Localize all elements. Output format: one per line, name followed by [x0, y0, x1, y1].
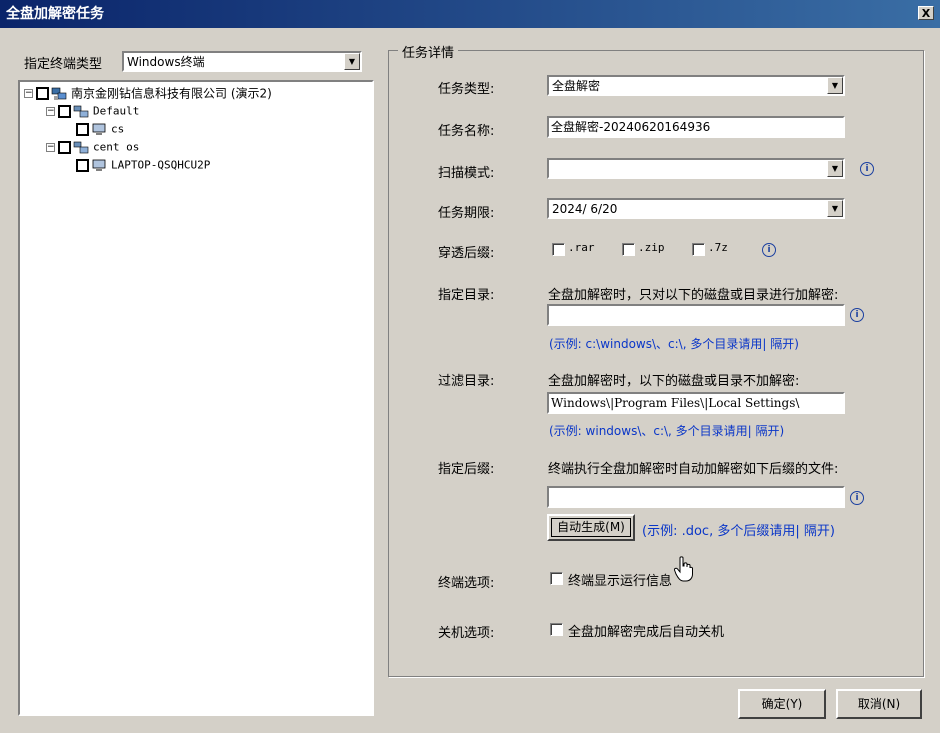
terminal-option-label: 终端选项: [438, 576, 495, 591]
cancel-button[interactable]: 取消(N) [836, 689, 922, 719]
info-icon[interactable]: i [860, 162, 874, 176]
sevenz-checkbox-label: .7z [708, 241, 728, 254]
close-button[interactable]: X [918, 6, 934, 20]
chevron-down-icon[interactable]: ▼ [827, 200, 843, 217]
target-dir-hint: (示例: c:\windows\、c:\, 多个目录请用| 隔开) [549, 337, 799, 351]
show-run-info-checkbox[interactable] [550, 572, 563, 585]
task-details-title: 任务详情 [398, 42, 459, 61]
group-icon [73, 141, 89, 153]
suffix-hint: (示例: .doc, 多个后缀请用| 隔开) [642, 524, 835, 539]
scan-mode-label: 扫描模式: [438, 166, 495, 181]
hand-cursor-icon [674, 556, 693, 582]
computer-icon [92, 159, 106, 171]
organization-icon [51, 87, 67, 100]
tree-checkbox[interactable] [76, 123, 89, 136]
filter-dir-description: 全盘加解密时，以下的磁盘或目录不加解密: [548, 374, 800, 389]
filter-dir-input[interactable]: Windows\|Program Files\|Local Settings\ [547, 392, 845, 414]
deadline-label: 任务期限: [438, 206, 495, 221]
collapse-icon[interactable]: − [46, 107, 55, 116]
tree-root-label: 南京金刚钻信息科技有限公司 (演示2) [71, 86, 272, 101]
group-icon [73, 105, 89, 117]
ok-button[interactable]: 确定(Y) [738, 689, 826, 719]
tree-checkbox[interactable] [58, 105, 71, 118]
task-name-input[interactable]: 全盘解密-20240620164936 [547, 116, 845, 138]
task-name-label: 任务名称: [438, 124, 495, 139]
suffix-input[interactable] [547, 486, 845, 508]
task-type-label: 任务类型: [438, 82, 495, 97]
terminal-tree[interactable]: − 南京金刚钻信息科技有限公司 (演示2) − Default cs − cent o… [18, 80, 374, 716]
info-icon[interactable]: i [762, 243, 776, 257]
tree-node-group-centos[interactable]: − cent os [46, 138, 139, 156]
tree-checkbox[interactable] [36, 87, 49, 100]
filter-dir-hint: (示例: windows\、c:\, 多个目录请用| 隔开) [549, 424, 785, 438]
tree-checkbox[interactable] [58, 141, 71, 154]
task-type-value: 全盘解密 [552, 79, 601, 93]
left-panel: 指定终端类型 Windows终端 ▼ − 南京金刚钻信息科技有限公司 (演示2) … [16, 44, 374, 716]
sevenz-checkbox[interactable] [692, 243, 705, 256]
tree-checkbox[interactable] [76, 159, 89, 172]
tree-group-label: cent os [93, 140, 140, 154]
shutdown-option-label: 关机选项: [438, 626, 495, 641]
tree-node-terminal-cs[interactable]: cs [76, 120, 124, 138]
terminal-type-label: 指定终端类型 [24, 57, 103, 72]
filter-dir-label: 过滤目录: [438, 374, 495, 389]
tree-node-terminal-laptop[interactable]: LAPTOP-QSQHCU2P [76, 156, 210, 174]
auto-shutdown-label: 全盘加解密完成后自动关机 [568, 625, 725, 640]
suffix-label: 指定后缀: [438, 462, 495, 477]
computer-icon [92, 123, 106, 135]
collapse-icon[interactable]: − [24, 89, 33, 98]
tree-terminal-label: cs [111, 122, 125, 136]
task-type-select[interactable]: 全盘解密 ▼ [547, 75, 845, 96]
tree-terminal-label: LAPTOP-QSQHCU2P [111, 158, 211, 172]
suffix-description: 终端执行全盘加解密时自动加解密如下后缀的文件: [548, 462, 839, 477]
collapse-icon[interactable]: − [46, 143, 55, 152]
zip-checkbox[interactable] [622, 243, 635, 256]
title-bar: 全盘加解密任务 X [0, 0, 940, 28]
chevron-down-icon[interactable]: ▼ [827, 160, 843, 177]
zip-checkbox-label: .zip [638, 241, 665, 254]
tree-group-label: Default [93, 104, 140, 118]
info-icon[interactable]: i [850, 308, 864, 322]
chevron-down-icon[interactable]: ▼ [344, 53, 360, 70]
rar-checkbox[interactable] [552, 243, 565, 256]
show-run-info-label: 终端显示运行信息 [568, 574, 673, 589]
archive-suffix-label: 穿透后缀: [438, 246, 495, 261]
tree-node-group-default[interactable]: − Default [46, 102, 139, 120]
window-title: 全盘加解密任务 [6, 6, 104, 22]
target-dir-input[interactable] [547, 304, 845, 326]
rar-checkbox-label: .rar [568, 241, 595, 254]
tree-node-root[interactable]: − 南京金刚钻信息科技有限公司 (演示2) [24, 84, 272, 102]
target-dir-description: 全盘加解密时，只对以下的磁盘或目录进行加解密: [548, 288, 839, 303]
deadline-value: 2024/ 6/20 [552, 202, 618, 216]
deadline-date-picker[interactable]: 2024/ 6/20 ▼ [547, 198, 845, 219]
auto-generate-button[interactable]: 自动生成(M) [547, 514, 635, 541]
scan-mode-select[interactable]: ▼ [547, 158, 845, 179]
terminal-type-value: Windows终端 [127, 55, 205, 69]
info-icon[interactable]: i [850, 491, 864, 505]
terminal-type-select[interactable]: Windows终端 ▼ [122, 51, 362, 72]
auto-shutdown-checkbox[interactable] [550, 623, 563, 636]
target-dir-label: 指定目录: [438, 288, 495, 303]
chevron-down-icon[interactable]: ▼ [827, 77, 843, 94]
